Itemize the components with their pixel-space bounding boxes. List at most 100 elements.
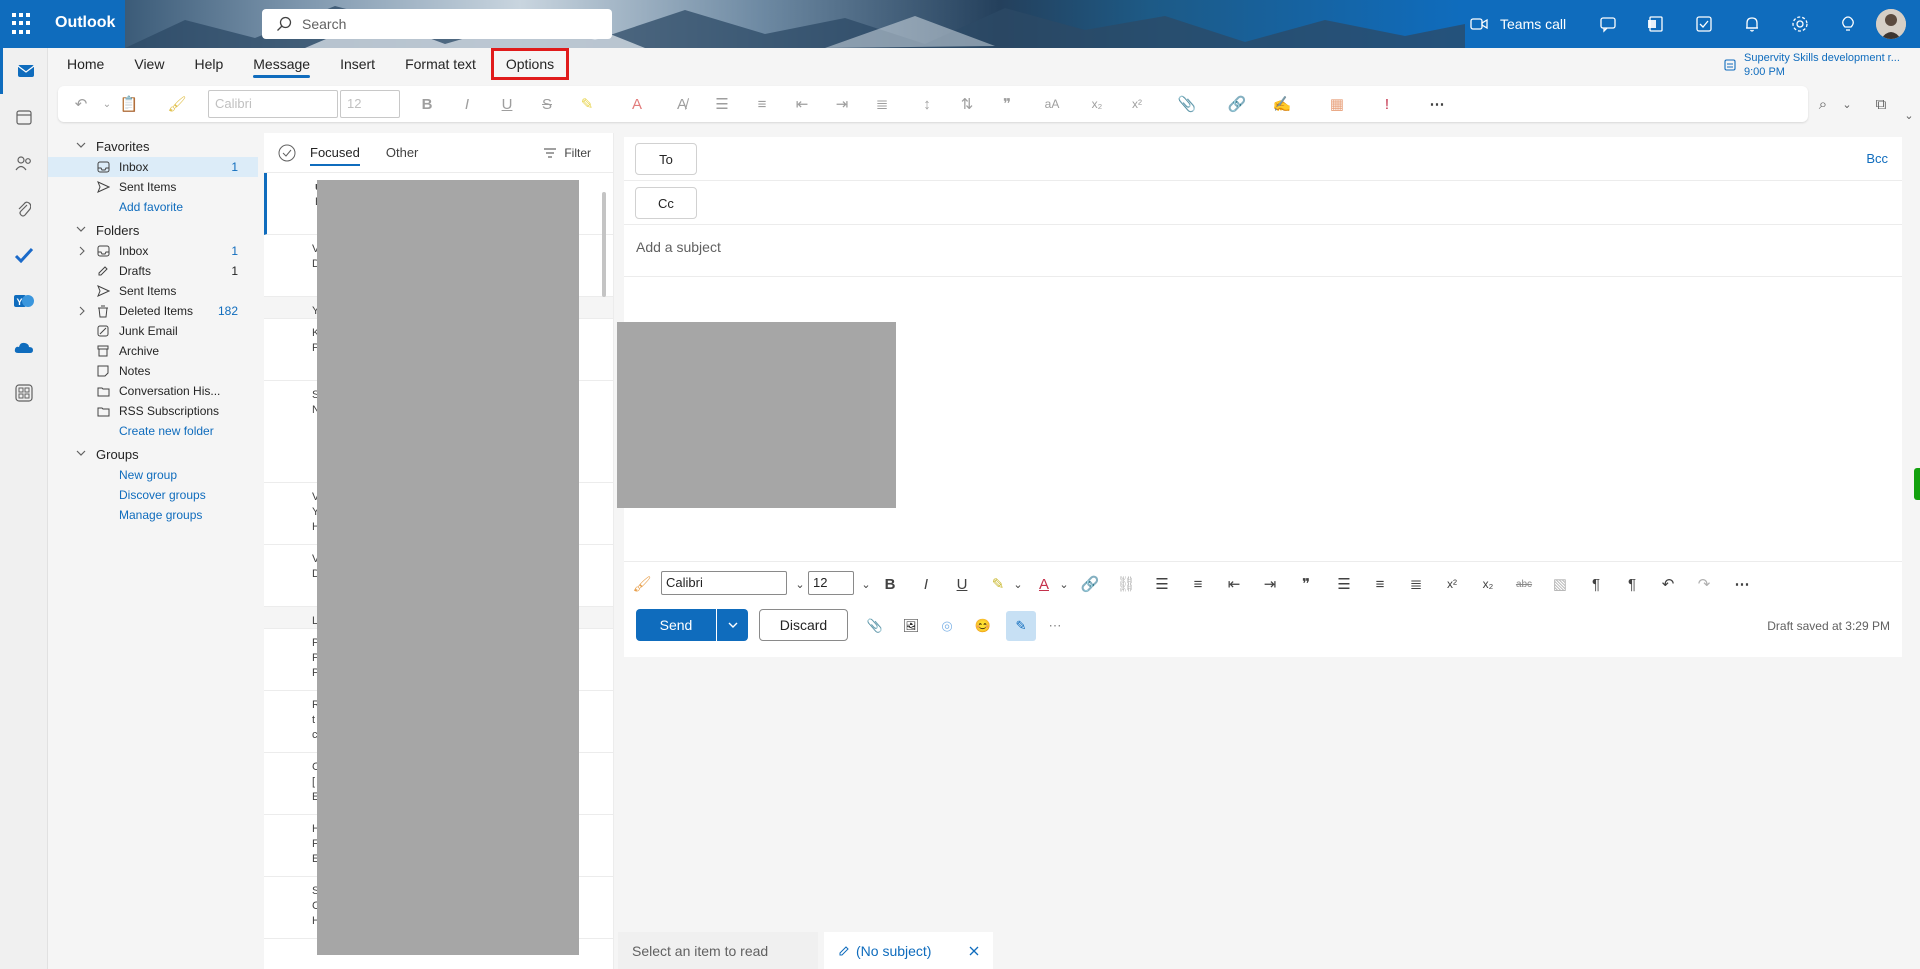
format-painter-icon[interactable]: 🖌: [632, 574, 652, 594]
link-icon[interactable]: 🔗: [1080, 574, 1100, 594]
underline-icon[interactable]: U: [498, 95, 516, 113]
send-options-button[interactable]: [717, 609, 748, 641]
gear-icon[interactable]: [1776, 0, 1824, 48]
ribbon-font-name[interactable]: Calibri: [208, 90, 338, 118]
bell-icon[interactable]: [1728, 0, 1776, 48]
discard-button[interactable]: Discard: [759, 609, 848, 641]
change-case-icon[interactable]: aA: [1043, 95, 1061, 113]
emoji-icon[interactable]: 😊: [972, 615, 994, 637]
app-launcher-icon[interactable]: [12, 13, 34, 35]
onedrive-icon[interactable]: [0, 324, 48, 370]
clear-format-icon[interactable]: A̸: [673, 95, 691, 113]
folder-drafts[interactable]: Drafts 1: [48, 261, 258, 281]
increase-indent-icon[interactable]: ⇥: [1260, 574, 1280, 594]
collapse-ribbon-icon[interactable]: ⌄: [1900, 106, 1918, 124]
folders-header[interactable]: Folders: [48, 219, 258, 241]
subject-input[interactable]: Add a subject: [636, 239, 721, 255]
attachment-icon[interactable]: [0, 186, 48, 232]
select-all-checkbox-icon[interactable]: [278, 144, 296, 162]
message-list-scrollbar[interactable]: [600, 172, 608, 962]
create-new-folder-link[interactable]: Create new folder: [48, 421, 258, 441]
chevron-right-icon[interactable]: [78, 306, 86, 316]
tab-message[interactable]: Message: [238, 48, 325, 80]
italic-icon[interactable]: I: [916, 574, 936, 594]
attach-icon[interactable]: 📎: [864, 615, 886, 637]
select-item-tab[interactable]: Select an item to read: [618, 932, 818, 969]
superscript-icon[interactable]: x²: [1442, 574, 1462, 594]
pop-out-icon[interactable]: ⧉: [1872, 95, 1890, 113]
avatar[interactable]: [1876, 9, 1907, 39]
people-icon[interactable]: [0, 140, 48, 186]
quote-icon[interactable]: ❞: [1296, 574, 1316, 594]
side-panel-handle[interactable]: [1914, 468, 1920, 500]
calendar-icon[interactable]: [0, 94, 48, 140]
attach-file-icon[interactable]: 📎: [1178, 95, 1197, 113]
tab-insert[interactable]: Insert: [325, 48, 390, 80]
app-name[interactable]: Outlook: [55, 14, 115, 32]
link-icon[interactable]: 🔗: [1228, 95, 1247, 113]
bold-icon[interactable]: B: [418, 95, 436, 113]
discover-groups-link[interactable]: Discover groups: [48, 485, 258, 505]
strikethrough-icon[interactable]: S: [538, 95, 556, 113]
superscript-icon[interactable]: x²: [1128, 95, 1146, 113]
underline-icon[interactable]: U: [952, 574, 972, 594]
decrease-indent-icon[interactable]: ⇤: [1224, 574, 1244, 594]
folder-conversation-history[interactable]: Conversation His...: [48, 381, 258, 401]
manage-groups-link[interactable]: Manage groups: [48, 505, 258, 525]
tab-options[interactable]: Options: [490, 48, 570, 80]
folder-inbox[interactable]: Inbox 1: [48, 241, 258, 261]
zoom-dropdown-icon[interactable]: ⌄: [1838, 95, 1856, 113]
chevron-right-icon[interactable]: [78, 246, 86, 256]
tab-view[interactable]: View: [119, 48, 179, 80]
more-format-icon[interactable]: ⋯: [1732, 574, 1752, 594]
tasks-icon[interactable]: [1680, 0, 1728, 48]
upcoming-reminder[interactable]: Supervity Skills development r... 9:00 P…: [1724, 51, 1900, 79]
tab-home[interactable]: Home: [52, 48, 119, 80]
align-icon[interactable]: ≣: [873, 95, 891, 113]
font-color-icon[interactable]: A: [1034, 574, 1054, 594]
align-right-icon[interactable]: ≣: [1406, 574, 1426, 594]
folder-rss-subscriptions[interactable]: RSS Subscriptions: [48, 401, 258, 421]
bullets-icon[interactable]: ☰: [713, 95, 731, 113]
more-actions-icon[interactable]: ⋯: [1044, 615, 1066, 637]
font-size-box[interactable]: 12: [808, 571, 854, 595]
subscript-icon[interactable]: x₂: [1088, 95, 1106, 113]
tab-format-text[interactable]: Format text: [390, 48, 491, 80]
draft-tab[interactable]: (No subject): [824, 932, 994, 969]
bullets-icon[interactable]: ☰: [1152, 574, 1172, 594]
format-painter-icon[interactable]: 🖌: [167, 95, 186, 113]
favorite-inbox[interactable]: Inbox 1: [48, 157, 258, 177]
strikethrough-icon[interactable]: abc: [1514, 574, 1534, 594]
quote-icon[interactable]: ❞: [998, 95, 1016, 113]
word-icon[interactable]: [1632, 0, 1680, 48]
more-options-icon[interactable]: ⋯: [1428, 95, 1446, 113]
undo-dropdown-icon[interactable]: ⌄: [98, 95, 116, 113]
font-color-dropdown-icon[interactable]: ⌄: [1054, 574, 1074, 594]
line-spacing-icon[interactable]: ⇅: [958, 95, 976, 113]
chat-icon[interactable]: [1584, 0, 1632, 48]
lightbulb-icon[interactable]: [1824, 0, 1872, 48]
highlight-icon[interactable]: ✎: [988, 574, 1008, 594]
font-name-box[interactable]: Calibri: [661, 571, 787, 595]
yammer-icon[interactable]: Y: [0, 278, 48, 324]
subject-row[interactable]: Add a subject: [624, 225, 1902, 277]
editor-icon[interactable]: ✎: [1006, 611, 1036, 641]
font-name-dropdown-icon[interactable]: ⌄: [790, 574, 810, 594]
tab-help[interactable]: Help: [179, 48, 238, 80]
table-icon[interactable]: ▦: [1328, 95, 1346, 113]
highlight-dropdown-icon[interactable]: ⌄: [1008, 574, 1028, 594]
folder-deleted-items[interactable]: Deleted Items 182: [48, 301, 258, 321]
italic-icon[interactable]: I: [458, 95, 476, 113]
align-center-icon[interactable]: ≡: [1370, 574, 1390, 594]
favorites-header[interactable]: Favorites: [48, 135, 258, 157]
filter-button[interactable]: Filter: [544, 146, 591, 160]
more-apps-icon[interactable]: [0, 370, 48, 416]
ribbon-font-size[interactable]: 12: [340, 90, 400, 118]
clipboard-icon[interactable]: 📋: [120, 95, 139, 113]
close-icon[interactable]: [969, 946, 979, 956]
increase-indent-icon[interactable]: ⇥: [833, 95, 851, 113]
folder-junk-email[interactable]: Junk Email: [48, 321, 258, 341]
teams-call-button[interactable]: Teams call: [1470, 16, 1566, 32]
send-button[interactable]: Send: [636, 609, 716, 641]
tab-other[interactable]: Other: [386, 145, 419, 160]
